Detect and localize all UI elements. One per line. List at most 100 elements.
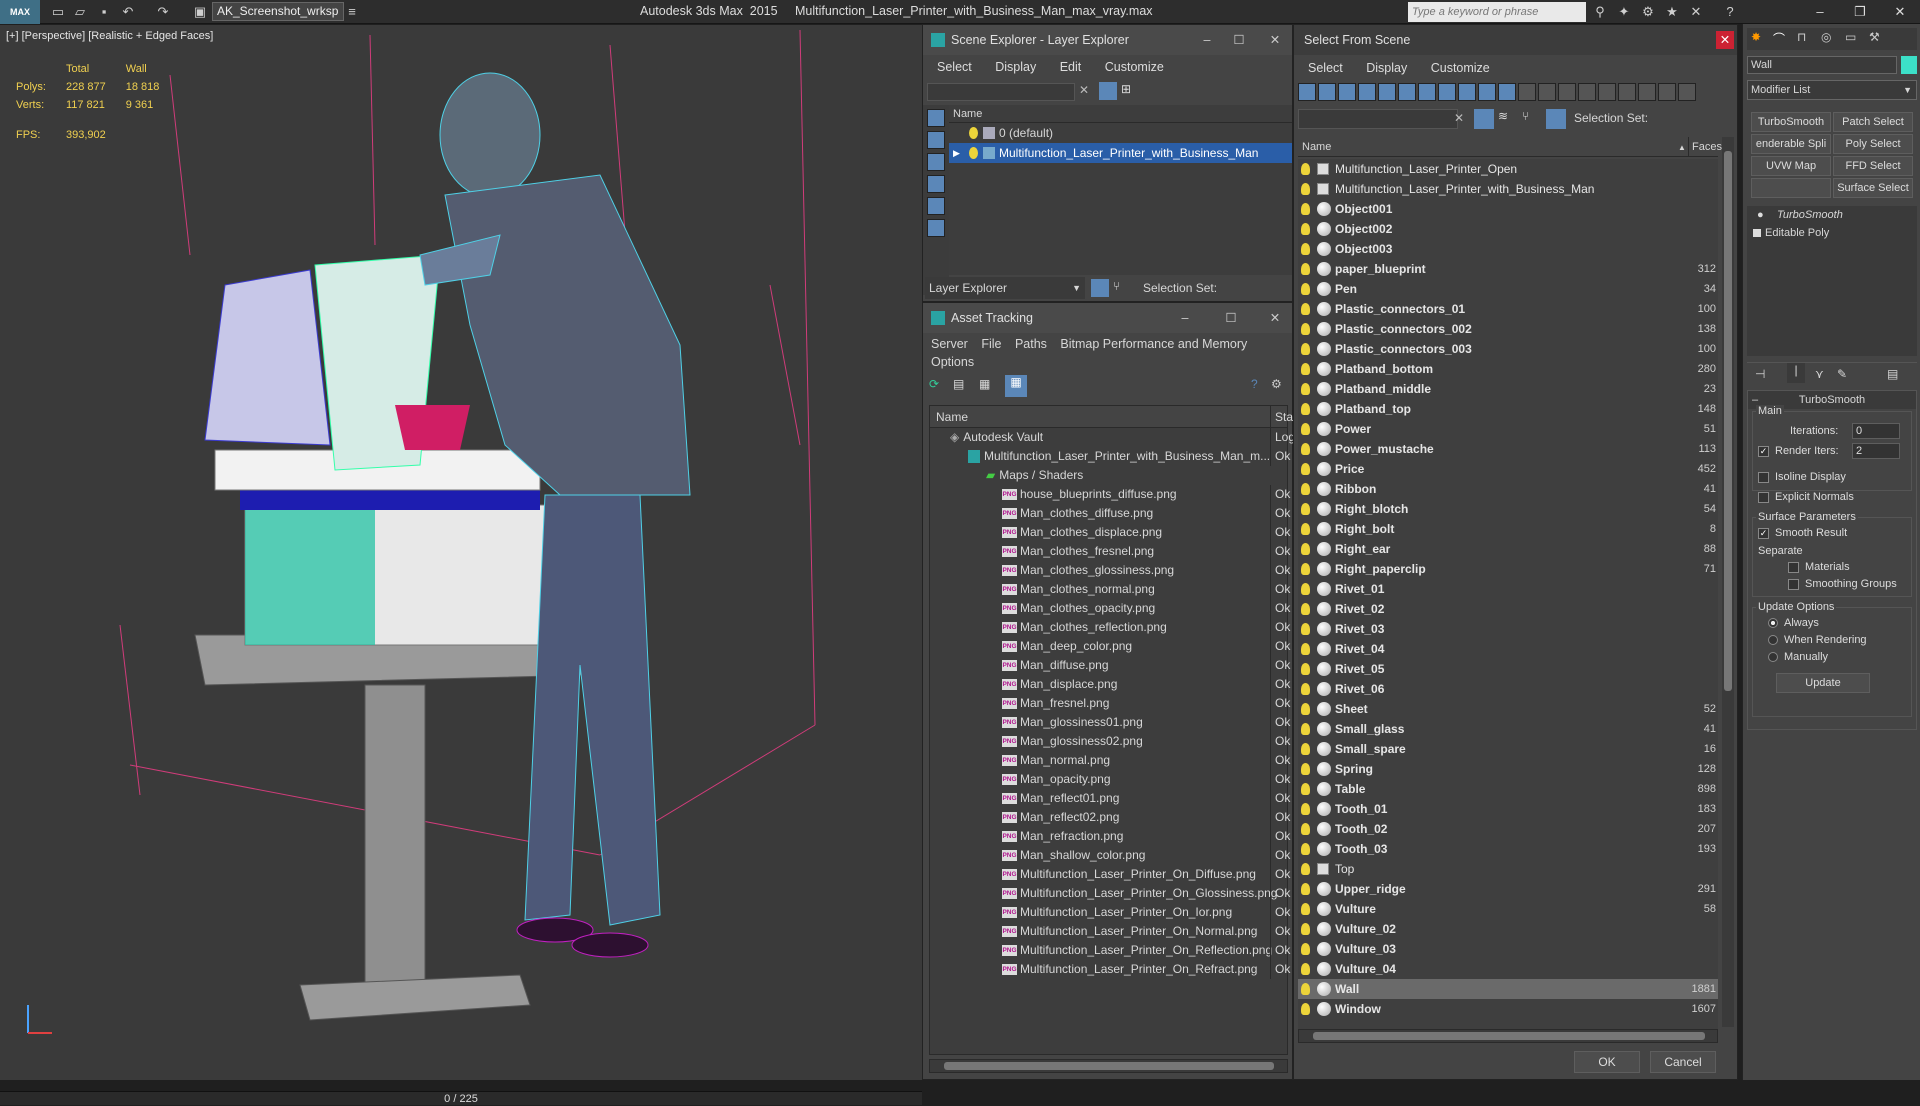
close-icon[interactable]: ✕ <box>1716 31 1734 49</box>
light-bulb-icon[interactable] <box>1301 703 1310 715</box>
light-bulb-icon[interactable] <box>1301 483 1310 495</box>
perspective-viewport[interactable]: [+] [Perspective] [Realistic + Edged Fac… <box>0 25 922 1105</box>
filter-filter-b-icon[interactable] <box>1658 83 1676 101</box>
light-bulb-icon[interactable] <box>1301 203 1310 215</box>
settings-icon[interactable]: ⚙ <box>1271 377 1282 391</box>
minimize-icon[interactable]: – <box>1171 303 1199 333</box>
open-file-icon[interactable]: ▱ <box>72 4 88 20</box>
list-view-icon[interactable]: ▤ <box>953 377 971 395</box>
object-row[interactable]: Platband_top 148 <box>1298 399 1718 419</box>
close-icon[interactable]: ✕ <box>1261 25 1289 55</box>
object-row[interactable]: Table 898 <box>1298 779 1718 799</box>
close-icon[interactable]: ✕ <box>1880 0 1920 24</box>
layer-tools-icon[interactable]: ⊞ <box>1121 82 1139 100</box>
iterations-spinner[interactable]: 0 <box>1852 423 1900 439</box>
light-bulb-icon[interactable] <box>1301 383 1310 395</box>
manually-row[interactable]: Manually <box>1768 651 1828 663</box>
always-row[interactable]: Always <box>1768 617 1819 629</box>
asset-map-row[interactable]: PNG Man_fresnel.png Ok <box>930 694 1290 713</box>
hierarchy-icon[interactable]: ⑂ <box>1522 109 1529 123</box>
asset-map-row[interactable]: PNG Multifunction_Laser_Printer_On_Normal… <box>930 922 1290 941</box>
sort-ascending-icon[interactable]: ▲ <box>1678 138 1686 158</box>
asset-map-row[interactable]: PNG Man_clothes_normal.png Ok <box>930 580 1290 599</box>
object-row[interactable]: Right_paperclip 71 <box>1298 559 1718 579</box>
display-spacewarps-icon[interactable] <box>927 219 945 237</box>
filter-containers-icon[interactable] <box>1478 83 1496 101</box>
object-list-horizontal-scrollbar[interactable] <box>1298 1029 1718 1043</box>
object-row[interactable]: Rivet_05 <box>1298 659 1718 679</box>
renderable-spline-button[interactable]: enderable Spli <box>1751 134 1831 154</box>
light-bulb-icon[interactable] <box>1301 1003 1310 1015</box>
filter-expand-icon[interactable] <box>1678 83 1696 101</box>
object-row[interactable]: Right_bolt 8 <box>1298 519 1718 539</box>
scene-search-input[interactable] <box>927 83 1075 101</box>
filter-shapes-icon[interactable] <box>1318 83 1336 101</box>
filter-hidden-icon[interactable] <box>1518 83 1536 101</box>
asset-map-row[interactable]: PNG Man_clothes_opacity.png Ok <box>930 599 1290 618</box>
utilities-tab-icon[interactable]: ⚒ <box>1869 30 1880 44</box>
workspace-dropdown[interactable]: AK_Screenshot_wrksp <box>212 2 344 21</box>
light-bulb-icon[interactable] <box>1301 623 1310 635</box>
smoothing-groups-row[interactable]: Smoothing Groups <box>1788 578 1897 590</box>
asset-map-row[interactable]: PNG Man_clothes_reflection.png Ok <box>930 618 1290 637</box>
object-row[interactable]: Top <box>1298 859 1718 879</box>
help-icon[interactable]: ? <box>1722 4 1738 20</box>
light-bulb-icon[interactable] <box>1301 503 1310 515</box>
turbosmooth-button[interactable]: TurboSmooth <box>1751 112 1831 132</box>
scroll-thumb[interactable] <box>944 1062 1274 1070</box>
always-radio[interactable] <box>1768 618 1778 629</box>
object-row[interactable]: Right_ear 88 <box>1298 539 1718 559</box>
asset-map-row[interactable]: PNG Man_clothes_glossiness.png Ok <box>930 561 1290 580</box>
object-row[interactable]: Rivet_04 <box>1298 639 1718 659</box>
menu-edit[interactable]: Edit <box>1060 60 1082 74</box>
settings-icon[interactable]: ⚙ <box>1640 4 1656 20</box>
menu-select[interactable]: Select <box>937 60 972 74</box>
light-bulb-icon[interactable] <box>1301 323 1310 335</box>
filter-lights-icon[interactable] <box>1338 83 1356 101</box>
filter-geometry-icon[interactable] <box>1298 83 1316 101</box>
asset-vault-row[interactable]: ◈ Autodesk Vault Log <box>930 428 1295 447</box>
light-bulb-icon[interactable] <box>1301 543 1310 555</box>
object-row[interactable]: Power 51 <box>1298 419 1718 439</box>
filter-cameras-icon[interactable] <box>1358 83 1376 101</box>
layer-row-printer[interactable]: ▶ Multifunction_Laser_Printer_with_Busin… <box>949 143 1292 163</box>
asset-map-row[interactable]: PNG Man_displace.png Ok <box>930 675 1290 694</box>
display-helpers-icon[interactable] <box>927 197 945 215</box>
expand-arrow-icon[interactable]: ▶ <box>953 143 960 163</box>
object-row[interactable]: Plastic_connectors_01 100 <box>1298 299 1718 319</box>
object-row[interactable]: Sheet 52 <box>1298 699 1718 719</box>
light-bulb-icon[interactable] <box>1301 443 1310 455</box>
smoothing-groups-checkbox[interactable] <box>1788 578 1799 590</box>
find-input[interactable] <box>1298 109 1458 129</box>
asset-map-row[interactable]: PNG Man_shallow_color.png Ok <box>930 846 1290 865</box>
hierarchy-icon[interactable]: ⑂ <box>1113 279 1131 297</box>
expand-icon[interactable] <box>1753 229 1761 237</box>
light-bulb-icon[interactable] <box>1301 843 1310 855</box>
smooth-result-row[interactable]: ✓ Smooth Result <box>1758 527 1847 539</box>
surface-select-button[interactable]: Surface Select <box>1833 178 1913 198</box>
object-list-vertical-scrollbar[interactable] <box>1722 137 1734 1027</box>
clear-search-icon[interactable]: ✕ <box>1079 83 1089 97</box>
pin-stack-icon[interactable]: ⊣ <box>1755 367 1765 381</box>
filter-invert-icon[interactable] <box>1578 83 1596 101</box>
layer-row-default[interactable]: 0 (default) <box>949 123 1292 143</box>
poly-select-button[interactable]: Poly Select <box>1833 134 1913 154</box>
scene-explorer-titlebar[interactable]: Scene Explorer - Layer Explorer – ☐ ✕ <box>923 25 1292 55</box>
light-bulb-icon[interactable] <box>1301 763 1310 775</box>
light-bulb-icon[interactable] <box>1301 743 1310 755</box>
light-bulb-icon[interactable] <box>1301 643 1310 655</box>
asset-map-row[interactable]: PNG Multifunction_Laser_Printer_On_Glossi… <box>930 884 1290 903</box>
light-bulb-icon[interactable] <box>1301 603 1310 615</box>
render-iters-row[interactable]: ✓ Render Iters: <box>1758 445 1839 457</box>
object-row[interactable]: Rivet_06 <box>1298 679 1718 699</box>
light-bulb-icon[interactable] <box>1301 563 1310 575</box>
asset-map-row[interactable]: PNG Man_normal.png Ok <box>930 751 1290 770</box>
scroll-thumb[interactable] <box>1724 151 1732 691</box>
light-bulb-icon[interactable] <box>1301 243 1310 255</box>
light-bulb-icon[interactable] <box>1301 423 1310 435</box>
asset-map-row[interactable]: PNG Man_refraction.png Ok <box>930 827 1290 846</box>
show-end-result-icon[interactable]: | <box>1787 363 1805 383</box>
light-bulb-icon[interactable] <box>1301 863 1310 875</box>
menu-server[interactable]: Server <box>931 337 968 351</box>
object-row[interactable]: Plastic_connectors_002 138 <box>1298 319 1718 339</box>
